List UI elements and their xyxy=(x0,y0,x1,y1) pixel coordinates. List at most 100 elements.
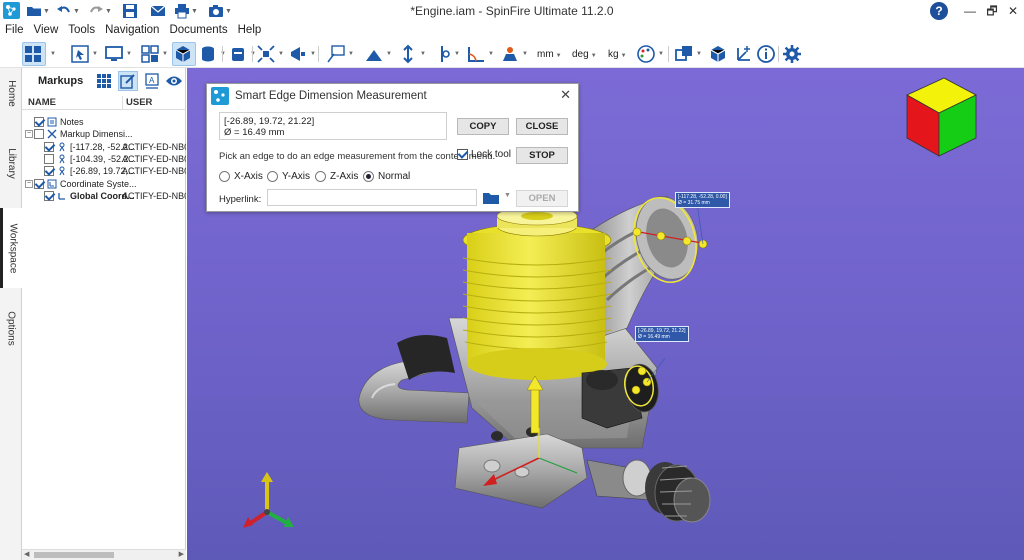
measurement-readout[interactable]: [-26.89, 19.72, 21.22] Ø = 16.49 mm xyxy=(219,112,447,140)
vertical-measure-button[interactable]: ▼ xyxy=(398,42,426,66)
tree-row-user: ACTIFY-ED-NB00 xyxy=(122,141,186,152)
layout-button[interactable]: ▼ xyxy=(140,42,168,66)
angle-button[interactable]: ▼ xyxy=(466,42,494,66)
markup-note-button[interactable]: ▼ xyxy=(326,42,354,66)
tree-row[interactable]: [-117.28, -52.2...ACTIFY-ED-NB00 xyxy=(22,141,186,153)
angle-unit-select[interactable]: deg ▼ xyxy=(572,49,597,60)
column-user[interactable]: USER xyxy=(126,97,152,108)
tree-row[interactable]: − Markup Dimensi... xyxy=(22,128,186,140)
prop-hub[interactable] xyxy=(586,459,711,523)
radio-x-axis[interactable]: X-Axis xyxy=(219,171,263,182)
carburetor[interactable] xyxy=(581,362,662,429)
menu-file[interactable]: File xyxy=(0,22,29,39)
grid-view-button[interactable] xyxy=(94,71,114,91)
text-markup-button[interactable]: A xyxy=(142,71,162,91)
tree-row[interactable]: [-104.39, -52.2...ACTIFY-ED-NB00 xyxy=(22,153,186,165)
open-button[interactable]: OPEN xyxy=(516,190,568,207)
palette-button[interactable]: ▼ xyxy=(636,42,664,66)
minimize-button[interactable]: — xyxy=(960,2,980,20)
tree-row-checkbox[interactable] xyxy=(44,166,54,177)
selection-filter-button[interactable]: ▼ xyxy=(48,42,56,66)
close-button[interactable]: CLOSE xyxy=(516,118,568,135)
menu-help[interactable]: Help xyxy=(233,22,267,39)
edit-markup-button[interactable] xyxy=(118,71,138,91)
compare-button[interactable]: ▼ xyxy=(674,42,702,66)
lock-tool-checkbox[interactable]: Lock tool xyxy=(457,149,511,160)
explode-button[interactable]: ▼ xyxy=(256,42,284,66)
radio-z-axis[interactable]: Z-Axis xyxy=(315,171,358,182)
tree-row-checkbox[interactable] xyxy=(34,117,44,127)
browse-folder-icon[interactable] xyxy=(482,190,500,205)
display-button[interactable]: ▼ xyxy=(104,42,132,66)
tab-library[interactable]: Library xyxy=(0,138,22,188)
hyperlink-input[interactable] xyxy=(267,189,477,206)
component-tree-button[interactable] xyxy=(708,42,728,66)
menu-view[interactable]: View xyxy=(29,22,64,39)
tree-row-checkbox[interactable] xyxy=(44,153,54,164)
visibility-button[interactable] xyxy=(164,71,184,91)
menu-documents[interactable]: Documents xyxy=(164,22,232,39)
tree-row[interactable]: − Coordinate Syste... xyxy=(22,178,186,190)
settings-button[interactable] xyxy=(782,42,802,66)
dimension-frame-button[interactable]: ▼ xyxy=(364,42,392,66)
distance-button[interactable]: ▼ xyxy=(432,42,460,66)
tab-options[interactable]: Options xyxy=(0,298,22,358)
stop-button[interactable]: STOP xyxy=(516,147,568,164)
tab-home[interactable]: Home xyxy=(0,68,22,118)
lock-tool-check[interactable] xyxy=(457,149,468,160)
scroll-thumb[interactable] xyxy=(34,552,114,558)
tab-library-label: Library xyxy=(5,147,17,179)
mass-unit-label: kg xyxy=(608,49,619,60)
browse-caret-icon[interactable]: ▼ xyxy=(504,192,511,199)
dialog-close-icon[interactable]: ✕ xyxy=(560,87,571,103)
cube-icon xyxy=(710,46,726,62)
select-mode-button[interactable] xyxy=(22,42,46,66)
svg-text:A: A xyxy=(149,76,155,85)
weight-icon xyxy=(503,47,517,61)
axis-button[interactable] xyxy=(734,42,754,66)
tree-row-checkbox[interactable] xyxy=(44,141,54,152)
edge-icon xyxy=(59,166,65,176)
measurement-callout-large[interactable]: [-117.28, -52.28, 0.00] Ø = 31.75 mm xyxy=(675,192,730,208)
measurement-callout-small[interactable]: [-26.89, 19.72, 21.22] Ø = 16.49 mm xyxy=(635,326,689,342)
radio-normal[interactable]: Normal xyxy=(363,171,410,182)
tab-workspace[interactable]: Workspace xyxy=(0,208,22,288)
mass-properties-button[interactable]: ▼ xyxy=(500,42,528,66)
tree-row-checkbox[interactable] xyxy=(44,190,54,201)
tree-expander-icon[interactable]: − xyxy=(25,179,33,188)
radio-y-axis[interactable]: Y-Axis xyxy=(267,171,310,182)
tree-row-checkbox[interactable] xyxy=(34,129,44,140)
tree-row[interactable]: [-26.89, 19.72,...ACTIFY-ED-NB00 xyxy=(22,165,186,177)
column-name[interactable]: NAME xyxy=(28,97,56,108)
radio-normal-dot[interactable] xyxy=(363,171,374,182)
pick-button[interactable]: ▼ xyxy=(70,42,98,66)
radio-z-dot[interactable] xyxy=(315,171,326,182)
tree-row[interactable]: Global Coord...ACTIFY-ED-NB00 xyxy=(22,190,186,202)
mass-unit-select[interactable]: kg ▼ xyxy=(608,49,627,60)
restore-button[interactable]: 🗗 xyxy=(982,2,1002,20)
scroll-right-icon[interactable]: ▶ xyxy=(179,550,184,558)
cylinder-head[interactable] xyxy=(462,206,612,380)
column-divider[interactable] xyxy=(122,96,123,110)
radio-y-dot[interactable] xyxy=(267,171,278,182)
radio-x-dot[interactable] xyxy=(219,171,230,182)
horizontal-scrollbar[interactable]: ◀ ▶ xyxy=(22,549,186,560)
megaphone-button[interactable]: ▼ xyxy=(288,42,316,66)
scroll-left-icon[interactable]: ◀ xyxy=(24,550,29,558)
tree-row-checkbox[interactable] xyxy=(34,178,44,189)
copy-button[interactable]: COPY xyxy=(457,118,509,135)
length-unit-select[interactable]: mm ▼ xyxy=(537,49,562,60)
menu-tools[interactable]: Tools xyxy=(63,22,100,39)
component-view-button[interactable] xyxy=(172,42,196,66)
distance-icon xyxy=(441,46,450,62)
view-cube[interactable] xyxy=(906,77,977,157)
tree-row[interactable]: Notes xyxy=(22,116,186,128)
menu-navigation[interactable]: Navigation xyxy=(100,22,164,39)
info-button[interactable] xyxy=(756,42,776,66)
tree-expander-icon[interactable]: − xyxy=(25,130,33,139)
exhaust-pipe[interactable] xyxy=(358,334,470,424)
tab-options-label: Options xyxy=(5,310,17,346)
close-window-button[interactable]: ✕ xyxy=(1003,2,1023,20)
help-icon[interactable]: ? xyxy=(930,2,948,20)
dialog-title: Smart Edge Dimension Measurement xyxy=(235,90,427,102)
